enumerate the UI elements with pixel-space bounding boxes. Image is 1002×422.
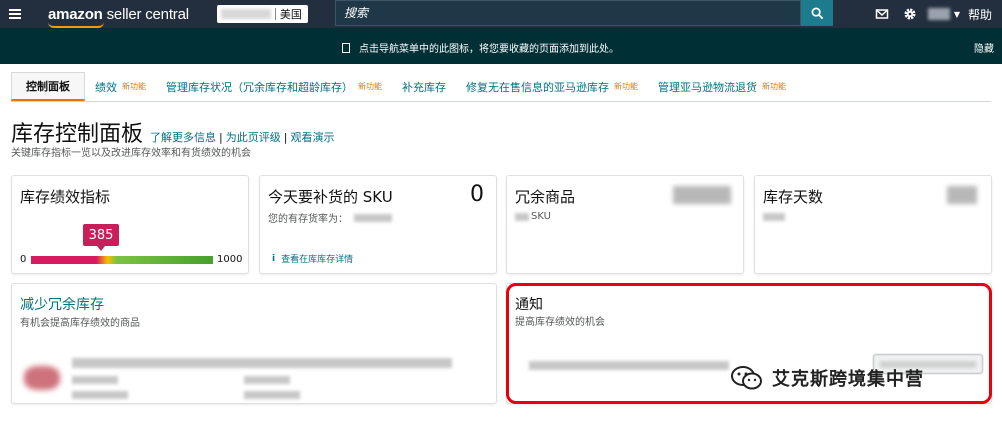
- search-input[interactable]: [336, 1, 800, 25]
- new-badge: 新功能: [614, 82, 638, 91]
- amazon-smile-icon: [48, 22, 104, 28]
- reduce-excess-subtitle: 有机会提高库存绩效的商品: [20, 318, 140, 329]
- tab-label: 控制面板: [26, 80, 70, 93]
- gear-icon: [904, 8, 916, 20]
- rate-page-link[interactable]: 为此页评级: [226, 131, 281, 144]
- tab-fix-stranded-inventory[interactable]: 修复无在售信息的亚马逊库存 新功能: [456, 72, 648, 101]
- link-separator: |: [219, 131, 223, 144]
- bookmark-icon: [342, 42, 350, 53]
- ipi-card: 库存绩效指标 385 0 1000: [11, 175, 249, 274]
- ipi-score-bubble: 385: [83, 224, 120, 251]
- mail-button[interactable]: [868, 0, 896, 28]
- tab-restock[interactable]: 补充库存: [392, 72, 456, 101]
- tab-label: 管理亚马逊物流退货: [658, 80, 757, 94]
- watch-demo-link[interactable]: 观看演示: [290, 131, 334, 144]
- restock-card-title: 今天要补货的 SKU: [268, 188, 393, 206]
- search-icon: [811, 7, 823, 19]
- in-stock-rate-redacted: [354, 213, 392, 222]
- new-badge: 新功能: [762, 82, 786, 91]
- learn-more-link[interactable]: 了解更多信息: [150, 131, 216, 144]
- wechat-icon: [731, 366, 762, 390]
- dashboard-tabs: 控制面板 绩效 新功能 管理库存状况（冗余库存和超龄库存） 新功能 补充库存 修…: [11, 72, 991, 102]
- restock-count: 0: [470, 182, 484, 207]
- ipi-min-label: 0: [20, 254, 27, 265]
- top-nav-bar: amazon seller central 美国 搜索 ▼ 帮助: [0, 0, 1002, 28]
- reduce-excess-link[interactable]: 减少冗余库存: [20, 294, 104, 314]
- seller-central-logo[interactable]: amazon seller central: [48, 5, 189, 28]
- tab-manage-inventory-health[interactable]: 管理库存状况（冗余库存和超龄库存） 新功能: [156, 72, 392, 101]
- new-badge: 新功能: [122, 82, 146, 91]
- logo-main-text: amazon: [48, 5, 103, 23]
- product-title-redacted[interactable]: [72, 358, 452, 368]
- excess-sku-count-redacted: [515, 212, 529, 221]
- watermark-text: 艾克斯跨境集中营: [772, 369, 924, 390]
- view-inventory-details-label: 查看在库库存详情: [281, 255, 354, 265]
- logo-rest-text: seller central: [106, 5, 189, 23]
- store-name-redacted: [220, 9, 271, 19]
- marketplace-selector[interactable]: 美国: [216, 5, 308, 23]
- page-subtitle: 关键库存指标一览以及改进库存效率和有货绩效的机会: [11, 148, 251, 159]
- ipi-score: 385: [88, 227, 114, 243]
- info-icon: i: [272, 253, 276, 264]
- tab-performance[interactable]: 绩效 新功能: [85, 72, 156, 101]
- tab-label: 管理库存状况（冗余库存和超龄库存）: [166, 80, 353, 94]
- wechat-watermark: 艾克斯跨境集中营: [730, 364, 924, 392]
- banner-hide-button[interactable]: 隐藏: [974, 40, 994, 55]
- search-button[interactable]: [801, 0, 833, 26]
- excess-sku-label: SKU: [531, 211, 551, 222]
- tab-label: 补充库存: [402, 80, 446, 94]
- chevron-down-icon[interactable]: ▼: [954, 10, 960, 19]
- help-link[interactable]: 帮助: [968, 6, 992, 23]
- days-of-supply-card: 库存天数: [754, 175, 992, 274]
- view-inventory-details-link[interactable]: i 查看在库库存详情: [272, 252, 354, 266]
- tab-label: 修复无在售信息的亚马逊库存: [466, 80, 609, 94]
- days-card-title: 库存天数: [763, 188, 824, 206]
- product-field-redacted: [244, 391, 300, 399]
- days-count-redacted: [947, 186, 977, 204]
- new-badge: 新功能: [358, 82, 382, 91]
- bookmark-banner: 点击导航菜单中的此图标，将您要收藏的页面添加到此处。 隐藏: [0, 28, 1002, 64]
- tab-dashboard[interactable]: 控制面板: [11, 72, 85, 101]
- days-sub-redacted: [763, 213, 785, 221]
- product-field-redacted: [72, 376, 118, 384]
- excess-card-title: 冗余商品: [515, 188, 576, 206]
- search-box: [335, 0, 801, 26]
- hamburger-menu-icon[interactable]: [0, 0, 30, 28]
- product-thumbnail[interactable]: [24, 366, 60, 390]
- tab-label: 绩效: [95, 80, 117, 94]
- settings-button[interactable]: [896, 0, 924, 28]
- product-field-redacted: [72, 391, 128, 399]
- ipi-card-title: 库存绩效指标: [20, 188, 111, 206]
- excess-units-card: 冗余商品 SKU: [506, 175, 744, 274]
- ipi-gauge-bar: [31, 256, 213, 264]
- tab-manage-fba-returns[interactable]: 管理亚马逊物流退货 新功能: [648, 72, 796, 101]
- in-stock-rate-label: 您的有存货率为：: [268, 214, 348, 225]
- reduce-excess-card: 减少冗余库存 有机会提高库存绩效的商品: [11, 283, 497, 404]
- excess-count-redacted: [673, 186, 731, 204]
- product-field-redacted: [244, 376, 290, 384]
- mail-icon: [875, 9, 889, 19]
- banner-message: 点击导航菜单中的此图标，将您要收藏的页面添加到此处。: [359, 44, 619, 55]
- store-country: 美国: [279, 8, 302, 21]
- ipi-max-label: 1000: [217, 254, 243, 265]
- link-separator: |: [283, 131, 288, 144]
- user-account-redacted[interactable]: [927, 8, 950, 20]
- restock-sku-card: 今天要补货的 SKU 0 您的有存货率为： i 查看在库库存详情: [259, 175, 497, 274]
